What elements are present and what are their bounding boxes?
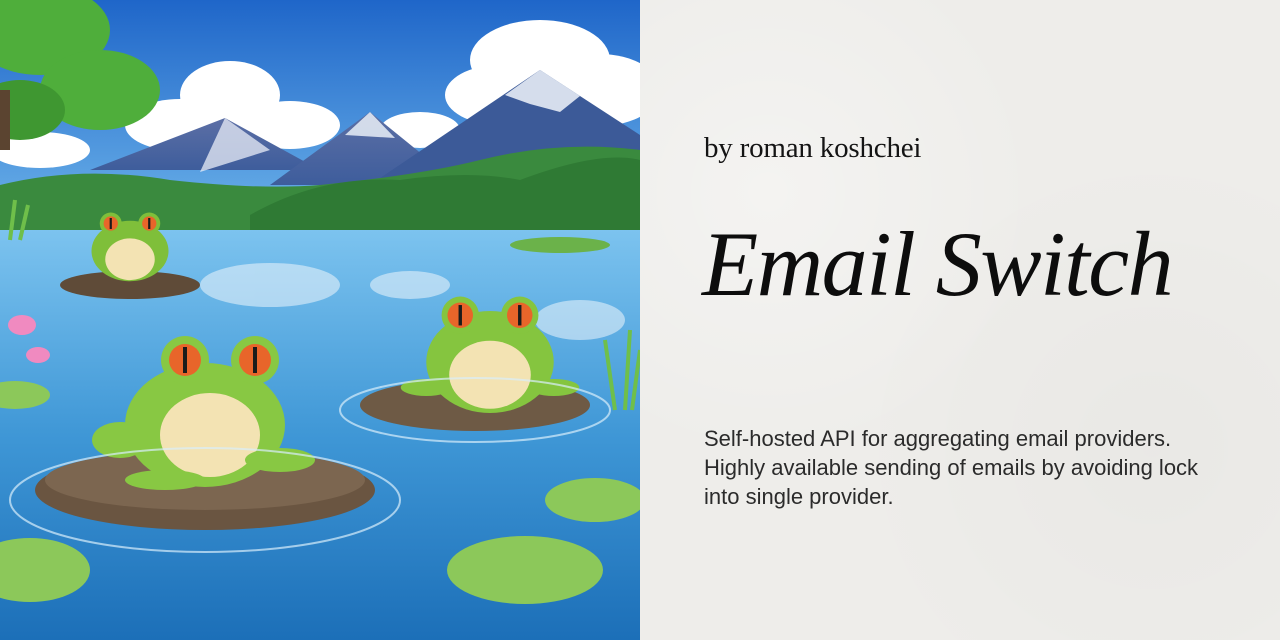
project-description: Self-hosted API for aggregating email pr… [704,426,1199,509]
project-title: Email Switch [702,213,1174,315]
text-panel: by roman koshchei Email Switch Self-host… [640,0,1280,640]
social-card: by roman koshchei Email Switch Self-host… [0,0,1280,640]
illustration-svg [0,0,640,640]
frog-pond-illustration [0,0,640,640]
frog-back [91,212,169,282]
author-byline: by roman koshchei [704,132,922,164]
